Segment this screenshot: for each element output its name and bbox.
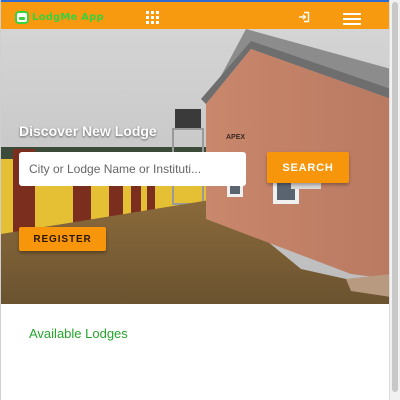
logo-icon [15,10,29,24]
hero-banner: APEX Discover New Lodge SEARCH REGISTER [1,29,391,304]
scrollbar-thumb[interactable] [392,2,398,392]
available-lodges-heading: Available Lodges [29,326,128,341]
app-logo[interactable]: LodgMe App [15,9,104,25]
menu-icon[interactable] [343,13,361,25]
register-button[interactable]: REGISTER [19,227,106,251]
app-page: LodgMe App APEX Discover New Lodge City … [0,0,391,400]
page-scrollbar[interactable] [389,0,400,400]
login-icon[interactable] [298,11,310,23]
apps-grid-icon[interactable] [146,11,160,24]
top-navbar: LodgMe App [1,0,391,29]
building-sign: APEX [226,134,245,141]
logo-text: LodgMe App [32,11,104,23]
hero-title: Discover New Lodge [19,123,157,139]
search-input[interactable] [19,152,246,186]
search-button[interactable]: SEARCH [267,152,349,183]
